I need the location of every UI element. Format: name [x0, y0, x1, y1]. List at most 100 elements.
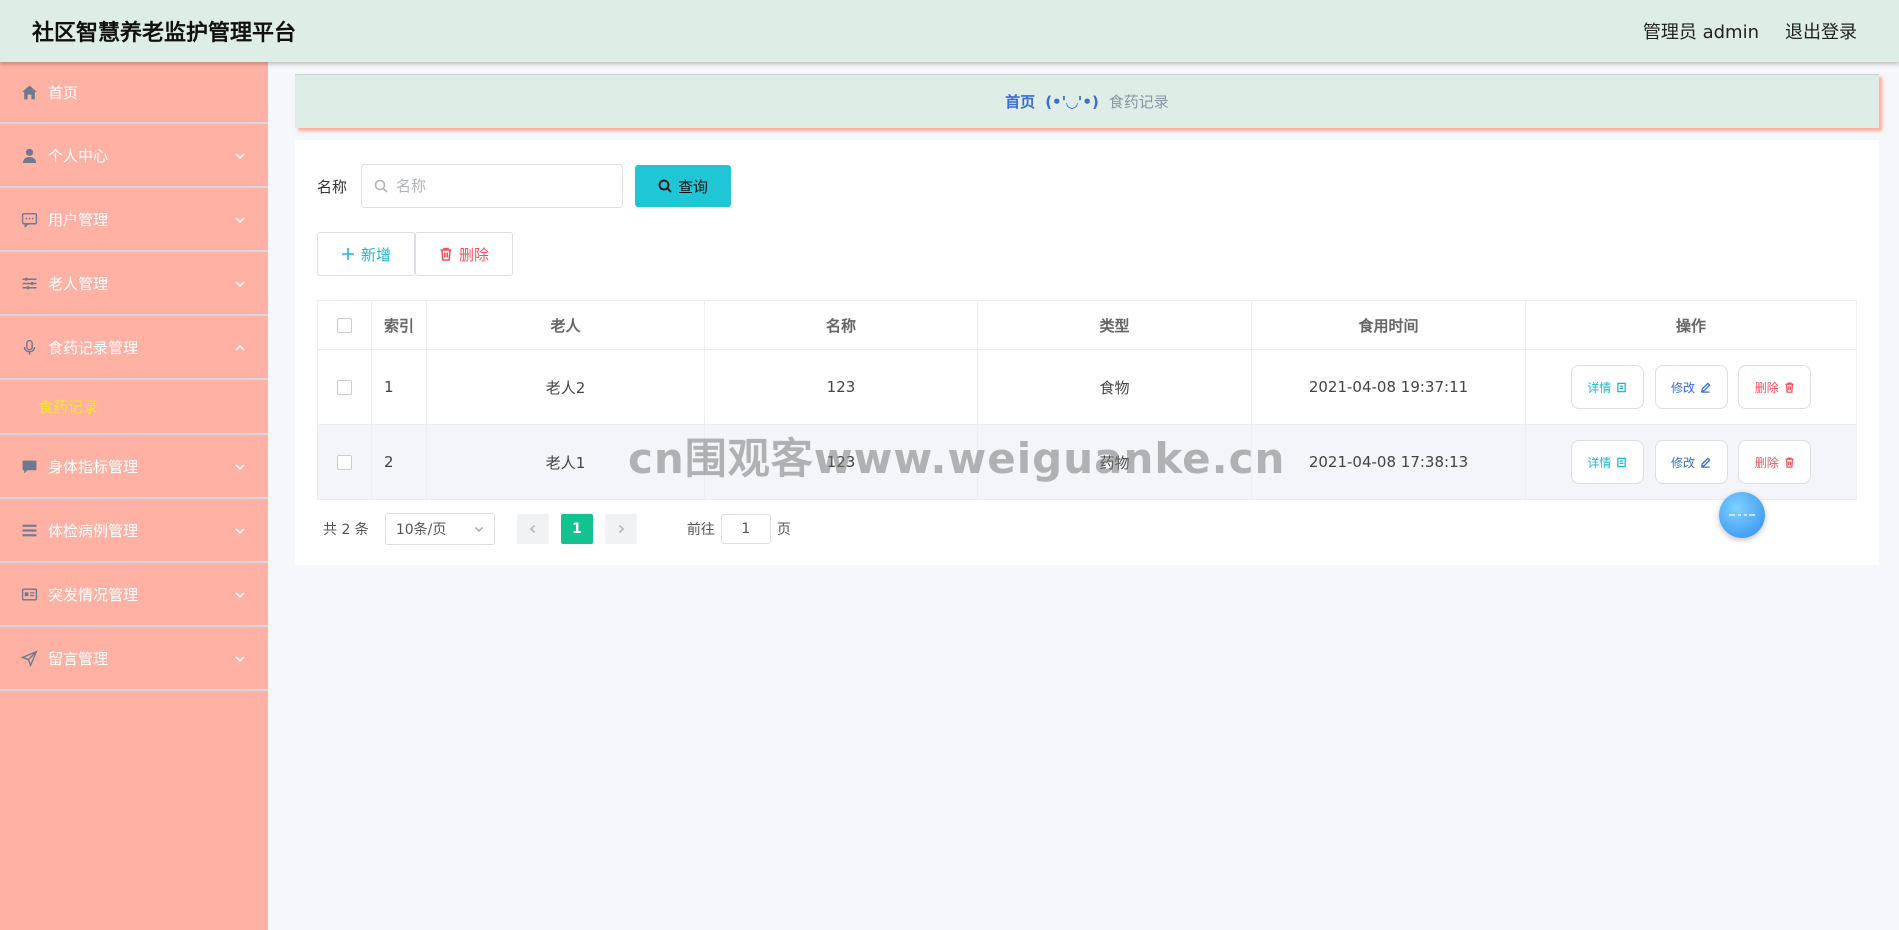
- table-row: 2 老人1 123 药物 2021-04-08 17:38:13 详情 修改 删…: [317, 424, 1857, 500]
- cell-index: 1: [371, 349, 427, 425]
- search-icon: [374, 179, 388, 193]
- goto-page-input[interactable]: [720, 514, 771, 544]
- delete-button-label: 删除: [1754, 380, 1779, 395]
- edit-button-label: 修改: [1670, 455, 1695, 470]
- chevron-up-icon: [234, 340, 246, 352]
- delete-button[interactable]: 删除: [1738, 440, 1812, 484]
- sidebar-item-checkup-case-management[interactable]: 体检病例管理: [0, 499, 268, 563]
- sidebar-item-home[interactable]: 首页: [0, 62, 268, 124]
- edit-button[interactable]: 修改: [1654, 365, 1728, 409]
- cell-type: 食物: [977, 349, 1252, 425]
- action-row: 新增 删除: [317, 232, 513, 276]
- add-button-label: 新增: [360, 245, 391, 264]
- header-actions: 管理员 admin 退出登录: [1643, 18, 1857, 44]
- cell-name: 123: [704, 424, 978, 500]
- page-size-value: 10条/页: [395, 522, 447, 538]
- submenu-item-food-medicine-record[interactable]: 食药记录: [0, 380, 268, 435]
- breadcrumb-separator: (•'◡'•): [1045, 92, 1099, 111]
- chevron-right-icon: [618, 524, 625, 534]
- sidebar-item-label: 体检病例管理: [48, 521, 139, 540]
- batch-delete-button-label: 删除: [458, 245, 489, 264]
- cell-type: 药物: [977, 424, 1252, 500]
- cell-time: 2021-04-08 19:37:11: [1251, 349, 1526, 425]
- chevron-down-icon: [234, 523, 246, 535]
- row-checkbox[interactable]: [337, 455, 352, 470]
- cell-index: 2: [371, 424, 427, 500]
- sidebar-item-label: 个人中心: [48, 146, 109, 165]
- sidebar-item-emergency-management[interactable]: 突发情况管理: [0, 563, 268, 627]
- sidebar: 首页 个人中心 用户管理 老人管理 食药记录管理 食药记录 身体指标管理 体检病…: [0, 62, 268, 930]
- page-number-active[interactable]: 1: [560, 514, 593, 544]
- detail-button-label: 详情: [1587, 380, 1612, 395]
- user-icon: [20, 146, 38, 164]
- query-button[interactable]: 查询: [635, 165, 732, 207]
- chevron-left-icon: [529, 524, 535, 534]
- column-header-time: 食用时间: [1251, 300, 1526, 350]
- chevron-down-icon: [474, 526, 483, 533]
- sidebar-item-label: 老人管理: [48, 274, 109, 293]
- cell-actions: 详情 修改 删除: [1525, 349, 1857, 425]
- next-page-button[interactable]: [604, 514, 637, 544]
- detail-button[interactable]: 详情: [1570, 440, 1644, 484]
- home-icon: [20, 83, 38, 101]
- search-input[interactable]: [396, 177, 597, 195]
- sidebar-item-body-indicator-management[interactable]: 身体指标管理: [0, 435, 268, 499]
- detail-button[interactable]: 详情: [1570, 365, 1644, 409]
- chevron-down-icon: [234, 651, 246, 663]
- column-header-elder: 老人: [426, 300, 705, 350]
- breadcrumb-home[interactable]: 首页: [1005, 91, 1035, 112]
- pagination: 共 2 条 10条/页 1 前往 页: [323, 513, 791, 545]
- select-all-checkbox[interactable]: [337, 318, 352, 333]
- main-content: 首页 (•'◡'•) 食药记录 名称 查询 新增 删除: [268, 62, 1899, 930]
- chevron-down-icon: [234, 212, 246, 224]
- column-header-name: 名称: [704, 300, 978, 350]
- search-label: 名称: [317, 177, 348, 196]
- search-input-box[interactable]: [361, 164, 624, 208]
- sidebar-item-label: 食药记录管理: [48, 338, 139, 357]
- row-checkbox-cell: [317, 424, 372, 500]
- row-checkbox[interactable]: [337, 380, 352, 395]
- message-icon: [20, 457, 38, 475]
- edit-button-label: 修改: [1670, 380, 1695, 395]
- sidebar-item-food-medicine-management[interactable]: 食药记录管理: [0, 316, 268, 380]
- send-icon: [20, 649, 38, 667]
- trash-icon: [1785, 457, 1794, 468]
- row-checkbox-cell: [317, 349, 372, 425]
- logout-link[interactable]: 退出登录: [1785, 18, 1857, 44]
- chevron-down-icon: [234, 276, 246, 288]
- edit-icon: [1701, 381, 1711, 393]
- document-icon: [1617, 457, 1627, 467]
- batch-delete-button[interactable]: 删除: [415, 232, 513, 276]
- column-header-actions: 操作: [1525, 300, 1857, 350]
- trash-icon: [440, 247, 452, 261]
- delete-button[interactable]: 删除: [1738, 365, 1812, 409]
- page-size-select[interactable]: 10条/页: [384, 513, 495, 545]
- sidebar-item-message-management[interactable]: 留言管理: [0, 627, 268, 691]
- prev-page-button[interactable]: [516, 514, 549, 544]
- add-button[interactable]: 新增: [317, 232, 415, 276]
- pagination-total: 共 2 条: [323, 522, 369, 538]
- sidebar-item-personal-center[interactable]: 个人中心: [0, 124, 268, 188]
- delete-button-label: 删除: [1754, 455, 1779, 470]
- cell-name: 123: [704, 349, 978, 425]
- plus-icon: [341, 248, 354, 260]
- breadcrumb: 首页 (•'◡'•) 食药记录: [295, 74, 1879, 128]
- floating-assist-button[interactable]: [1719, 492, 1765, 538]
- sidebar-item-label: 身体指标管理: [48, 457, 139, 476]
- goto-page: 前往 页: [687, 514, 791, 544]
- sidebar-item-elder-management[interactable]: 老人管理: [0, 252, 268, 316]
- breadcrumb-current: 食药记录: [1108, 93, 1169, 111]
- edit-button[interactable]: 修改: [1654, 440, 1728, 484]
- chat-icon: [20, 210, 38, 228]
- sliders-icon: [20, 274, 38, 292]
- document-icon: [1617, 382, 1627, 392]
- admin-user-label[interactable]: 管理员 admin: [1643, 18, 1759, 44]
- chevron-down-icon: [234, 148, 246, 160]
- microphone-icon: [20, 338, 38, 356]
- cell-actions: 详情 修改 删除: [1525, 424, 1857, 500]
- goto-prefix: 前往: [686, 522, 715, 538]
- table-row: 1 老人2 123 食物 2021-04-08 19:37:11 详情 修改 删…: [317, 349, 1857, 425]
- list-icon: [20, 521, 38, 539]
- sidebar-item-label: 首页: [48, 83, 79, 102]
- sidebar-item-user-management[interactable]: 用户管理: [0, 188, 268, 252]
